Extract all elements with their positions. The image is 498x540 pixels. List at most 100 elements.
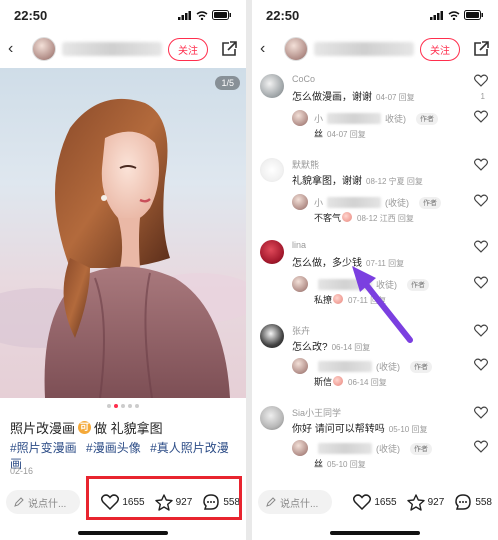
post-title: 照片改漫画 可 做 礼貌拿图 [10, 418, 236, 437]
status-time: 22:50 [266, 7, 300, 23]
author-badge: 作者 [419, 196, 442, 209]
post-detail-screen: 22:50 ‹ 关注 1/5 照片改漫画 可 做 礼貌拿图 #照片变漫画 #漫画… [0, 0, 246, 540]
reply-text: 私撩 07-11 回复 [314, 293, 386, 306]
comment-meta[interactable]: 07-11 回复 [366, 259, 404, 268]
reply-author[interactable]: 小 (收徒) 作者 [314, 196, 442, 209]
wifi-icon [448, 10, 460, 20]
reply-meta[interactable]: 07-11 回复 [348, 296, 386, 305]
comment-text: 怎么做，多少钱 07-11 回复 [292, 254, 404, 269]
like-button[interactable]: 1655 [353, 494, 397, 510]
reply-avatar[interactable] [292, 110, 308, 126]
reply-meta[interactable]: 04-07 回复 [327, 130, 366, 139]
reply-like-icon[interactable] [474, 358, 488, 371]
reply-meta[interactable]: 08-12 江西 回复 [357, 214, 414, 223]
commenter-name[interactable]: lina [292, 240, 306, 250]
tag-link[interactable]: #漫画头像 [86, 441, 141, 455]
reply-like-icon[interactable] [474, 194, 488, 207]
comment-meta[interactable]: 04-07 回复 [376, 93, 415, 102]
commenter-avatar[interactable] [260, 74, 284, 98]
commenter-name[interactable]: Sia小王同学 [292, 406, 341, 419]
comment-like-count: 1 [480, 92, 485, 101]
status-icons [178, 10, 232, 20]
reply-like-icon[interactable] [474, 110, 488, 123]
commenter-avatar[interactable] [260, 158, 284, 182]
comment-like-icon[interactable] [474, 74, 488, 87]
post-title-text: 照片改漫画 [10, 421, 76, 436]
author-avatar[interactable] [284, 37, 308, 61]
reply-author[interactable]: (收徒) 作者 [314, 442, 432, 455]
reply-avatar[interactable] [292, 440, 308, 456]
commenter-name[interactable]: 默默熊 [292, 158, 319, 171]
reply-author-prefix: 小 [314, 114, 324, 124]
reply-meta[interactable]: 06-14 回复 [348, 378, 387, 387]
pencil-icon [14, 497, 24, 507]
post-image[interactable]: 1/5 [0, 68, 246, 398]
follow-button[interactable]: 关注 [420, 37, 460, 61]
follow-button[interactable]: 关注 [168, 37, 208, 61]
tag-link[interactable]: #照片变漫画 [10, 441, 77, 455]
reply-avatar[interactable] [292, 358, 308, 374]
share-icon[interactable] [472, 40, 490, 58]
share-icon[interactable] [220, 40, 238, 58]
reply-author-prefix: 小 [314, 198, 324, 208]
collect-button[interactable]: 927 [406, 493, 444, 511]
reply-avatar[interactable] [292, 194, 308, 210]
reply-body: 斯信 [314, 377, 333, 387]
comment-text: 怎么改? 06-14 回复 [292, 338, 370, 353]
comment-like-icon[interactable] [474, 324, 488, 337]
heart-icon [353, 494, 372, 510]
bottom-action-bar: 说点什... 1655 927 558 [252, 488, 498, 516]
nav-bar: ‹ 关注 [252, 33, 498, 65]
post-date: 02-16 [10, 466, 34, 476]
comment-item[interactable]: lina 怎么做，多少钱 07-11 回复 收徒) 作者 私撩 07-11 回复 [260, 238, 490, 314]
comment-body: 怎么做，多少钱 [292, 258, 362, 269]
signal-icon [178, 10, 191, 20]
back-button[interactable]: ‹ [260, 40, 278, 58]
image-page-indicator: 1/5 [215, 76, 240, 90]
reply-meta[interactable]: 05-10 回复 [327, 460, 366, 469]
commenter-name[interactable]: CoCo [292, 74, 315, 84]
comment-item[interactable]: 张卉 怎么改? 06-14 回复 (收徒) 作者 斯信 06-14 回复 [260, 322, 490, 398]
reply-like-icon[interactable] [474, 276, 488, 289]
reply-like-icon[interactable] [474, 440, 488, 453]
comment-meta[interactable]: 06-14 回复 [332, 343, 371, 352]
post-title-text-2: 做 礼貌拿图 [94, 421, 163, 436]
back-button[interactable]: ‹ [8, 40, 26, 58]
author-name-blurred[interactable] [62, 42, 162, 56]
comment-like-icon[interactable] [474, 406, 488, 419]
reply-text: 丝 05-10 回复 [314, 457, 366, 470]
reply-author[interactable]: 小 收徒) 作者 [314, 112, 439, 125]
reply-avatar[interactable] [292, 276, 308, 292]
signal-icon [430, 10, 443, 20]
comment-meta[interactable]: 08-12 宁夏 回复 [366, 177, 423, 186]
reply-body: 丝 [314, 459, 324, 469]
post-tags: #照片变漫画 #漫画头像 #真人照片改漫画 [10, 440, 240, 472]
comment-input[interactable]: 说点什... [258, 490, 332, 514]
commenter-avatar[interactable] [260, 406, 284, 430]
pencil-icon [266, 497, 276, 507]
reply-author-suffix: 收徒) [376, 280, 397, 290]
status-icons [430, 10, 484, 20]
comment-item[interactable]: Sia小王同学 你好 请问可以帮转吗 05-10 回复 (收徒) 作者 丝 05-10… [260, 404, 490, 480]
comment-meta[interactable]: 05-10 回复 [389, 425, 428, 434]
commenter-name[interactable]: 张卉 [292, 324, 310, 337]
blurred-name [318, 443, 372, 454]
author-badge: 作者 [407, 278, 429, 291]
comment-button[interactable]: 558 [454, 493, 492, 511]
like-count: 1655 [374, 496, 397, 508]
comment-item[interactable]: 默默熊 礼貌拿图，谢谢 08-12 宁夏 回复 小 (收徒) 作者 不客气 08-12 … [260, 156, 490, 232]
highlight-box [86, 476, 242, 520]
comment-like-icon[interactable] [474, 240, 488, 253]
author-name-blurred[interactable] [314, 42, 414, 56]
comment-like-icon[interactable] [474, 158, 488, 171]
emoji-icon [342, 212, 353, 222]
comment-item[interactable]: CoCo 怎么做漫画，谢谢 04-07 回复 1 小收徒) 作者 丝 04-07 回复 [260, 72, 490, 148]
commenter-avatar[interactable] [260, 240, 284, 264]
commenter-avatar[interactable] [260, 324, 284, 348]
reply-body: 丝 [314, 129, 324, 139]
reply-author[interactable]: 收徒) 作者 [314, 278, 429, 291]
reply-author[interactable]: (收徒) 作者 [314, 360, 432, 373]
author-badge: 作者 [410, 360, 432, 373]
author-avatar[interactable] [32, 37, 56, 61]
comment-input[interactable]: 说点什... [6, 490, 80, 514]
